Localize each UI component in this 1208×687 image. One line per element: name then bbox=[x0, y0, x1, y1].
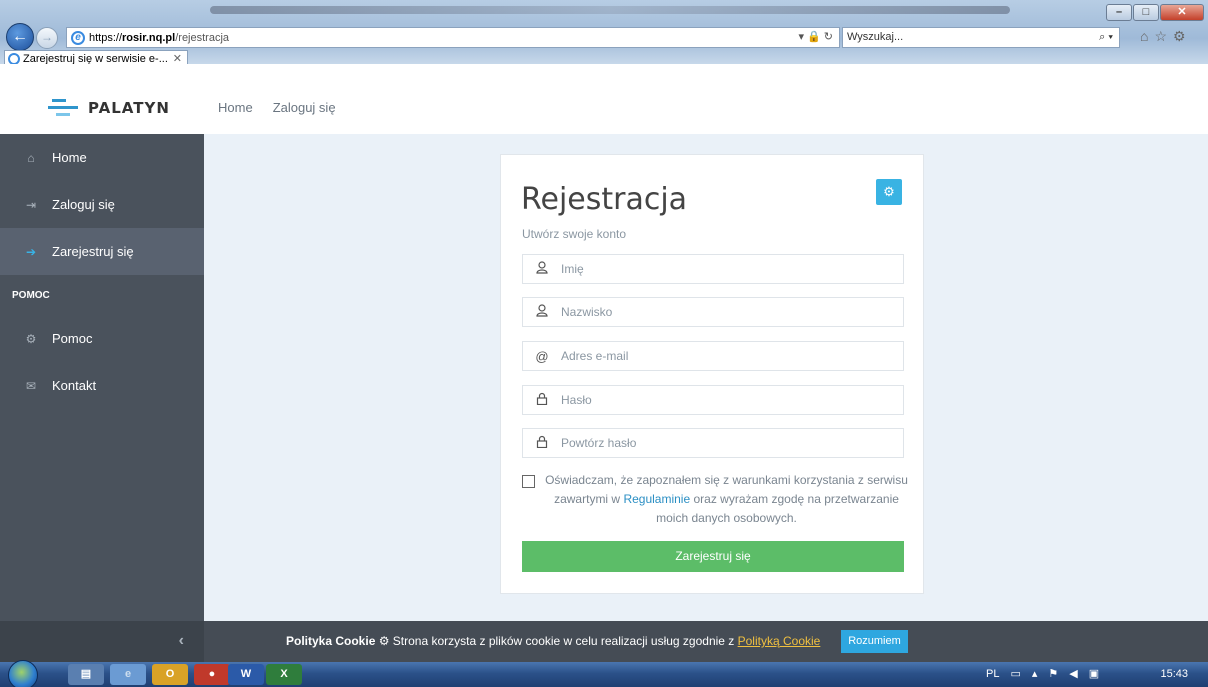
explorer-taskbar-icon[interactable]: ▤ bbox=[68, 664, 104, 685]
register-button[interactable]: Zarejestruj się bbox=[522, 541, 904, 572]
home-browser-icon[interactable]: ⌂ bbox=[1140, 28, 1148, 45]
page-subtitle: Utwórz swoje konto bbox=[522, 227, 627, 241]
forward-button[interactable]: → bbox=[36, 27, 58, 49]
brand[interactable]: PALATYN bbox=[48, 98, 170, 118]
sidebar-item-home[interactable]: ⌂ Home bbox=[0, 134, 204, 181]
url-protocol: https:// bbox=[89, 31, 123, 44]
email-field[interactable]: @ bbox=[522, 341, 904, 371]
page-title: Rejestracja bbox=[521, 182, 688, 217]
terms-checkbox[interactable] bbox=[522, 475, 535, 488]
first-name-field[interactable] bbox=[522, 254, 904, 284]
cookie-title: Polityka Cookie bbox=[286, 634, 376, 648]
help-icon: ⚙ bbox=[25, 331, 37, 346]
terms-text-after: oraz wyrażam zgodę na przetwarzanie moic… bbox=[656, 492, 899, 525]
browser-search-input[interactable]: Wyszukaj... ⌕ ▾ bbox=[842, 27, 1120, 48]
cookie-accept-button[interactable]: Rozumiem bbox=[841, 630, 908, 653]
last-name-input[interactable] bbox=[561, 305, 891, 319]
repeat-password-field[interactable] bbox=[522, 428, 904, 458]
user-icon bbox=[523, 304, 561, 320]
network-icon[interactable]: ▣ bbox=[1089, 667, 1099, 680]
cookie-message: ⚙ Strona korzysta z plików cookie w celu… bbox=[375, 634, 738, 648]
maximize-button[interactable]: □ bbox=[1133, 4, 1159, 21]
window-controls: – □ ✕ bbox=[1106, 4, 1204, 21]
url-path: /rejestracja bbox=[175, 31, 230, 44]
first-name-input[interactable] bbox=[561, 262, 891, 276]
regulations-link[interactable]: Regulaminie bbox=[623, 492, 690, 506]
title-bar bbox=[210, 6, 1010, 14]
site-header: PALATYN Home Zaloguj się bbox=[0, 64, 1208, 134]
repeat-password-input[interactable] bbox=[561, 436, 891, 450]
email-input[interactable] bbox=[561, 349, 891, 363]
cookie-policy-link[interactable]: Polityką Cookie bbox=[738, 634, 821, 648]
sidebar-item-help[interactable]: ⚙ Pomoc bbox=[0, 315, 204, 362]
word-taskbar-icon[interactable]: W bbox=[228, 664, 264, 685]
logo-icon bbox=[48, 98, 78, 118]
sidebar-item-contact[interactable]: ✉ Kontakt bbox=[0, 362, 204, 409]
sidebar-item-login[interactable]: ⇥ Zaloguj się bbox=[0, 181, 204, 228]
cookie-bar: ‹ Polityka Cookie ⚙ Strona korzysta z pl… bbox=[0, 621, 1208, 662]
sidebar-item-label: Zarejestruj się bbox=[52, 244, 134, 259]
sidebar-item-register[interactable]: ➔ Zarejestruj się bbox=[0, 228, 204, 275]
top-nav-login[interactable]: Zaloguj się bbox=[273, 100, 336, 115]
lock-icon bbox=[523, 392, 561, 408]
clock[interactable]: 15:43 bbox=[1160, 668, 1188, 680]
back-button[interactable]: ← bbox=[6, 23, 34, 51]
browser-chrome: – □ ✕ ← → e https://rosir.nq.pl/rejestra… bbox=[0, 0, 1208, 113]
refresh-icon[interactable]: ▾ 🔒 ↻ bbox=[798, 30, 833, 43]
last-name-field[interactable] bbox=[522, 297, 904, 327]
ie-icon: e bbox=[71, 30, 85, 45]
terms-text: Oświadczam, że zapoznałem się z warunkam… bbox=[541, 471, 912, 528]
address-bar[interactable]: e https://rosir.nq.pl/rejestracja ▾ 🔒 ↻ bbox=[66, 27, 840, 48]
sidebar-section-title: POMOC bbox=[12, 289, 50, 301]
ie-taskbar-icon[interactable]: e bbox=[110, 664, 146, 685]
mail-icon: ✉ bbox=[25, 378, 37, 393]
star-icon[interactable]: ☆ bbox=[1154, 28, 1167, 45]
keyboard-icon[interactable]: ▭ bbox=[1010, 667, 1020, 680]
password-input[interactable] bbox=[561, 393, 891, 407]
user-icon bbox=[523, 261, 561, 277]
excel-taskbar-icon[interactable]: X bbox=[266, 664, 302, 685]
search-placeholder: Wyszukaj... bbox=[847, 31, 904, 43]
top-nav-home[interactable]: Home bbox=[218, 100, 253, 115]
top-nav: Home Zaloguj się bbox=[218, 100, 336, 115]
start-button[interactable] bbox=[8, 660, 38, 687]
firefox-taskbar-icon[interactable]: ● bbox=[194, 664, 230, 685]
sidebar-collapse-button[interactable]: ‹ bbox=[0, 621, 204, 662]
tray-arrow-icon[interactable]: ▴ bbox=[1032, 667, 1038, 680]
language-indicator[interactable]: PL bbox=[986, 668, 999, 680]
url-host: rosir.nq.pl bbox=[122, 31, 176, 44]
taskbar: ▤ e O ● W X PL ▭ ▴ ⚑ ◀ ▣ 15:43 bbox=[0, 660, 1208, 687]
sidebar-item-label: Home bbox=[52, 150, 87, 165]
flag-icon[interactable]: ⚑ bbox=[1048, 667, 1058, 680]
login-icon: ⇥ bbox=[25, 197, 37, 212]
sidebar-item-label: Zaloguj się bbox=[52, 197, 115, 212]
lock-icon bbox=[523, 435, 561, 451]
home-icon: ⌂ bbox=[27, 150, 35, 165]
favorites-bar: ⌂ ☆ ⚙ bbox=[1140, 28, 1186, 45]
minimize-button[interactable]: – bbox=[1106, 4, 1132, 21]
registration-card: Rejestracja Utwórz swoje konto ⚙ @ Oświa… bbox=[500, 154, 924, 594]
terms-agreement: Oświadczam, że zapoznałem się z warunkam… bbox=[522, 471, 912, 528]
volume-icon[interactable]: ◀ bbox=[1069, 667, 1077, 680]
at-icon: @ bbox=[535, 348, 549, 364]
outlook-taskbar-icon[interactable]: O bbox=[152, 664, 188, 685]
register-icon: ➔ bbox=[25, 244, 37, 259]
brand-name: PALATYN bbox=[88, 99, 170, 117]
settings-button[interactable]: ⚙ bbox=[876, 179, 902, 205]
sidebar: ⌂ Home ⇥ Zaloguj się ➔ Zarejestruj się P… bbox=[0, 134, 204, 621]
password-field[interactable] bbox=[522, 385, 904, 415]
tab-strip: Zarejestruj się w serwisie e-... ✕ bbox=[0, 50, 1208, 113]
close-window-button[interactable]: ✕ bbox=[1160, 4, 1204, 21]
gear-icon[interactable]: ⚙ bbox=[1173, 28, 1186, 45]
cookie-text: Polityka Cookie ⚙ Strona korzysta z plik… bbox=[286, 634, 820, 648]
search-icon[interactable]: ⌕ ▾ bbox=[1099, 28, 1113, 47]
sidebar-item-label: Kontakt bbox=[52, 378, 97, 393]
system-tray: PL ▭ ▴ ⚑ ◀ ▣ bbox=[986, 667, 1099, 681]
sidebar-item-label: Pomoc bbox=[52, 331, 93, 346]
